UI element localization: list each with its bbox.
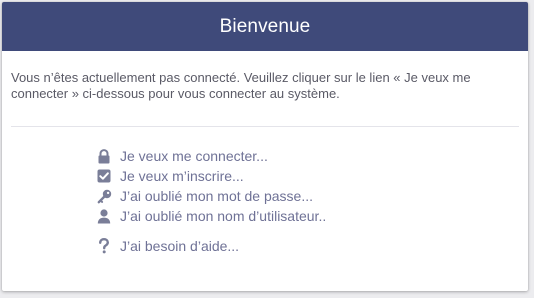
- help-link[interactable]: J’ai besoin d’aide...: [96, 236, 326, 256]
- card-header: Bienvenue: [2, 2, 528, 51]
- key-icon: [96, 188, 112, 204]
- account-links: Je veux me connecter... Je veux m’inscri…: [96, 146, 326, 256]
- forgot-password-link[interactable]: J’ai oublié mon mot de passe...: [96, 186, 326, 206]
- intro-text: Vous n’êtes actuellement pas connecté. V…: [11, 70, 471, 101]
- card-title: Bienvenue: [219, 15, 311, 37]
- divider: [11, 126, 519, 127]
- forgot-username-link[interactable]: J’ai oublié mon nom d’utilisateur..: [96, 206, 326, 226]
- forgot-username-link-label: J’ai oublié mon nom d’utilisateur..: [120, 208, 327, 224]
- login-link[interactable]: Je veux me connecter...: [96, 146, 326, 166]
- question-icon: [96, 238, 112, 254]
- login-link-label: Je veux me connecter...: [120, 148, 268, 164]
- forgot-password-link-label: J’ai oublié mon mot de passe...: [120, 188, 313, 204]
- register-link[interactable]: Je veux m’inscrire...: [96, 166, 326, 186]
- register-link-label: Je veux m’inscrire...: [120, 168, 244, 184]
- user-icon: [96, 208, 112, 224]
- checkbox-icon: [96, 168, 112, 184]
- help-link-label: J’ai besoin d’aide...: [120, 238, 240, 254]
- welcome-card: Bienvenue Vous n’êtes actuellement pas c…: [2, 2, 528, 291]
- lock-icon: [96, 148, 112, 164]
